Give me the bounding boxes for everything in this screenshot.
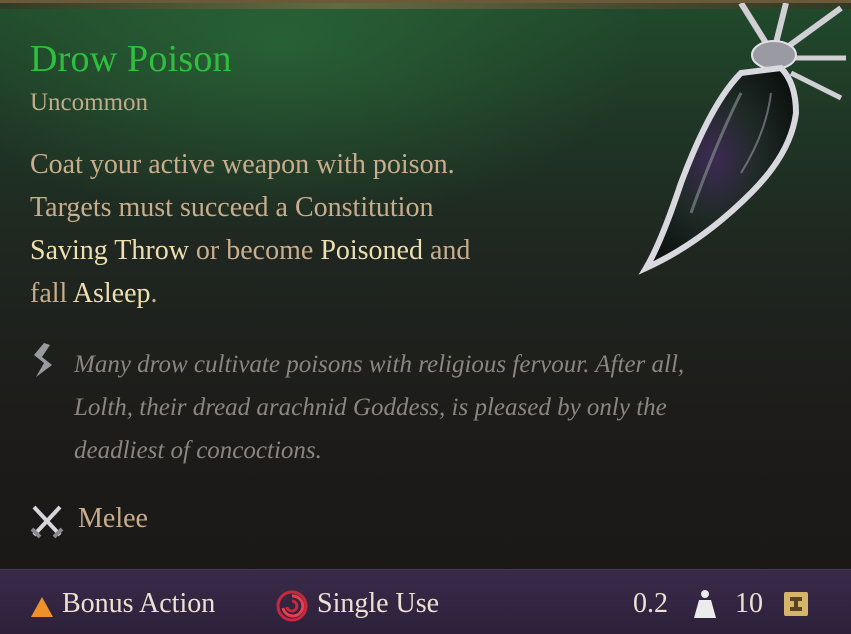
keyword-saving-throw[interactable]: Saving Throw bbox=[30, 235, 189, 266]
description-line-3: Saving Throw or become Poisoned and bbox=[30, 229, 590, 272]
flavor-line-1: Many drow cultivate poisons with religio… bbox=[74, 351, 685, 378]
item-tooltip: Drow Poison Uncommon Coat your active we… bbox=[0, 0, 851, 634]
item-rarity: Uncommon bbox=[30, 89, 149, 116]
description-line-1: Coat your active weapon with poison. bbox=[30, 149, 455, 180]
uses-label: Single Use bbox=[317, 588, 440, 619]
description-line-2: Targets must succeed a Constitution bbox=[30, 192, 434, 223]
keyword-poisoned[interactable]: Poisoned bbox=[320, 235, 423, 266]
item-flavor-text: Many drow cultivate poisons with religio… bbox=[74, 343, 794, 472]
crossed-swords-icon bbox=[30, 505, 64, 539]
attack-type-label: Melee bbox=[78, 503, 148, 534]
description-text: fall bbox=[30, 278, 73, 309]
item-weight: 0.2 bbox=[633, 588, 668, 619]
description-line-4: fall Asleep. bbox=[30, 272, 590, 315]
item-price: 10 bbox=[735, 588, 763, 619]
gold-coin-icon bbox=[784, 592, 808, 616]
flavor-line-3: deadliest of concoctions. bbox=[74, 437, 322, 464]
weight-icon bbox=[694, 590, 716, 618]
flavor-line-2: Lolth, their dread arachnid Goddess, is … bbox=[74, 394, 667, 421]
item-name: Drow Poison bbox=[30, 38, 232, 80]
item-description: Coat your active weapon with poison. Tar… bbox=[30, 143, 590, 315]
tooltip-footer: Bonus Action Single Use 0.2 10 bbox=[0, 569, 851, 634]
keyword-asleep[interactable]: Asleep bbox=[73, 278, 151, 309]
description-text: or become bbox=[188, 235, 321, 266]
poison-vial-icon bbox=[638, 3, 846, 275]
triangle-bonus-action-icon bbox=[31, 597, 53, 617]
description-text: . bbox=[150, 278, 158, 309]
action-type-label: Bonus Action bbox=[62, 588, 216, 619]
description-text: and bbox=[423, 235, 471, 266]
quote-mark-icon bbox=[34, 343, 52, 377]
spiral-single-use-icon bbox=[276, 590, 308, 622]
